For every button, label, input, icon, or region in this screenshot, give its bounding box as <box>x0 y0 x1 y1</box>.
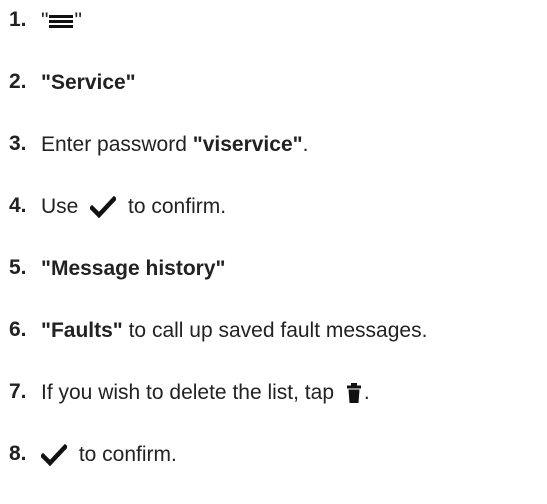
quote-close: " <box>74 9 82 32</box>
trash-icon <box>346 383 361 403</box>
step-number: 3. <box>9 132 27 155</box>
step-suffix: . <box>363 381 370 404</box>
step-2: 2. "Service" <box>9 70 545 132</box>
instruction-list: 1. " " 2. "Service" 3. Enter password "v… <box>9 8 545 504</box>
step-text: "Faults" to call up saved fault messages… <box>41 318 427 344</box>
step-text: "Message history" <box>41 256 225 282</box>
step-prefix: Use <box>41 195 85 218</box>
checkmark-icon <box>41 444 67 466</box>
step-number: 1. <box>9 8 27 31</box>
menu-name: "Service" <box>41 71 136 94</box>
step-text: to confirm. <box>41 442 177 468</box>
step-suffix: to confirm. <box>122 195 227 218</box>
step-1: 1. " " <box>9 8 545 70</box>
step-suffix: to call up saved fault messages. <box>122 319 428 342</box>
step-text: " " <box>41 8 82 34</box>
step-3: 3. Enter password "viservice" . <box>9 132 545 194</box>
step-5: 5. "Message history" <box>9 256 545 318</box>
quote-open: " <box>41 9 49 32</box>
menu-name: "Faults" <box>41 319 123 342</box>
step-6: 6. "Faults" to call up saved fault messa… <box>9 318 545 380</box>
step-number: 4. <box>9 194 27 217</box>
step-prefix: Enter password <box>41 133 193 156</box>
step-7: 7. If you wish to delete the list, tap . <box>9 380 545 442</box>
menu-name: "Message history" <box>41 257 226 280</box>
step-number: 6. <box>9 318 27 341</box>
step-8: 8. to confirm. <box>9 442 545 504</box>
password-value: "viservice" <box>192 133 303 156</box>
menu-icon <box>49 15 74 28</box>
step-number: 8. <box>9 442 27 465</box>
step-number: 7. <box>9 380 27 403</box>
step-text: Enter password "viservice" . <box>41 132 308 158</box>
step-number: 2. <box>9 70 27 93</box>
step-suffix: to confirm. <box>73 443 177 466</box>
step-text: Use to confirm. <box>41 194 226 220</box>
step-number: 5. <box>9 256 27 279</box>
step-text: "Service" <box>41 70 136 96</box>
step-prefix: If you wish to delete the list, tap <box>41 381 340 404</box>
step-4: 4. Use to confirm. <box>9 194 545 256</box>
step-suffix: . <box>302 133 309 156</box>
checkmark-icon <box>90 196 117 218</box>
step-text: If you wish to delete the list, tap . <box>41 380 370 406</box>
